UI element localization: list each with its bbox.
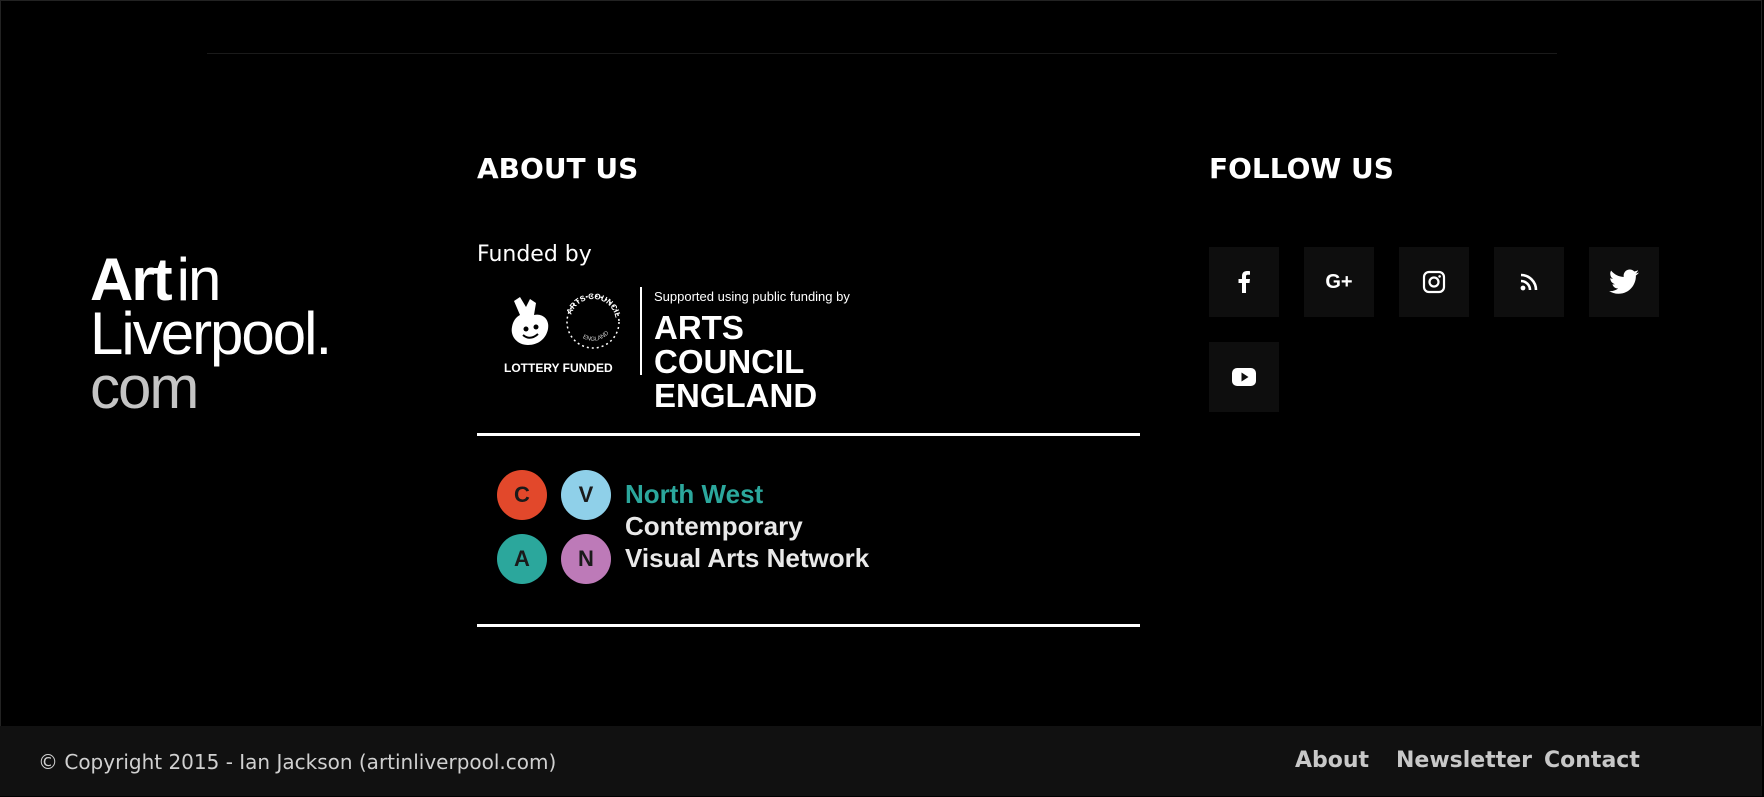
cvan-contemporary: Contemporary — [625, 511, 803, 541]
arts-council-logo[interactable]: ARTS COUNCIL ENGLAND LOTTERY FUNDED Supp… — [500, 287, 900, 413]
lottery-hand-icon — [511, 297, 549, 345]
ace-circle-top-text: ARTS COUNCIL — [565, 292, 623, 319]
cvan-a-circle: A — [497, 534, 547, 584]
about-us-heading: ABOUT US — [477, 152, 639, 185]
footer-link-about[interactable]: About — [1295, 748, 1369, 773]
logo-line-1: Art in — [90, 250, 390, 310]
ace-divider — [640, 287, 642, 375]
copyright-text: © Copyright 2015 - Ian Jackson (artinliv… — [38, 750, 557, 774]
funded-by-label: Funded by — [477, 242, 592, 267]
footer-link-contact[interactable]: Contact — [1544, 748, 1640, 773]
cvan-logo[interactable]: C V A N North West Contemporary Visual A… — [497, 468, 917, 588]
twitter-button[interactable] — [1589, 247, 1659, 317]
rss-icon — [1520, 273, 1538, 291]
top-divider — [207, 53, 1557, 54]
cvan-c-circle: C — [497, 470, 547, 520]
cvan-n-circle: N — [561, 534, 611, 584]
site-logo[interactable]: Art in Liverpool. com — [90, 250, 390, 418]
twitter-icon — [1609, 269, 1639, 294]
instagram-icon — [1422, 270, 1446, 294]
svg-text:ENGLAND: ENGLAND — [582, 330, 611, 343]
cvan-v-circle: V — [561, 470, 611, 520]
youtube-button[interactable] — [1209, 342, 1279, 412]
footer-link-newsletter[interactable]: Newsletter — [1396, 748, 1532, 773]
instagram-button[interactable] — [1399, 247, 1469, 317]
facebook-button[interactable] — [1209, 247, 1279, 317]
youtube-icon — [1232, 368, 1256, 386]
ace-supported-text: Supported using public funding by — [654, 289, 850, 304]
cvan-visual-arts-network: Visual Arts Network — [625, 543, 870, 573]
ace-name-line-1: ARTS COUNCIL — [654, 309, 805, 380]
lottery-funded-text: LOTTERY FUNDED — [504, 361, 613, 375]
bottom-bar: © Copyright 2015 - Ian Jackson (artinliv… — [0, 726, 1762, 796]
logo-liverpool-text: Liverpool. — [90, 300, 332, 367]
divider-line — [477, 624, 1140, 627]
divider-line — [477, 433, 1140, 436]
google-plus-icon: G+ — [1325, 270, 1353, 293]
ace-name-line-2: ENGLAND — [654, 377, 818, 414]
cvan-north-west: North West — [625, 479, 764, 509]
logo-com-text: com — [90, 354, 199, 421]
arts-council-circle-icon: ARTS COUNCIL ENGLAND — [565, 292, 623, 349]
svg-text:ARTS COUNCIL: ARTS COUNCIL — [565, 292, 623, 319]
google-plus-button[interactable]: G+ — [1304, 247, 1374, 317]
ace-name: ARTS COUNCIL ENGLAND — [654, 311, 900, 413]
follow-us-heading: FOLLOW US — [1209, 152, 1394, 185]
facebook-icon — [1238, 271, 1250, 293]
rss-button[interactable] — [1494, 247, 1564, 317]
cvan-text: North West Contemporary Visual Arts Netw… — [625, 478, 869, 574]
ace-circle-bottom-text: ENGLAND — [582, 330, 611, 343]
